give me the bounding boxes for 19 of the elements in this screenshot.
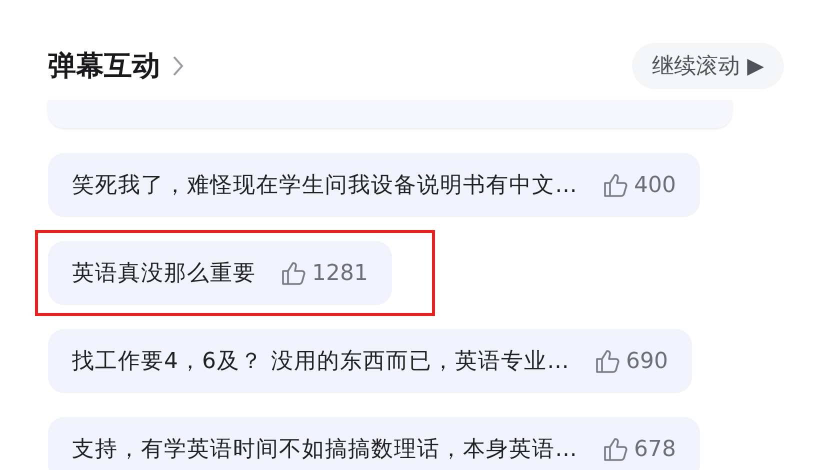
comment-card[interactable]: 笑死我了，难怪现在学生问我设备说明书有中文… 400 xyxy=(48,153,700,217)
like-count: 690 xyxy=(626,348,668,374)
comment-text: 找工作要4，6及？ 没用的东西而已，英语专业… xyxy=(72,348,570,376)
thumbs-up-icon[interactable] xyxy=(280,260,306,286)
like-count: 1281 xyxy=(312,260,368,286)
thumbs-up-icon[interactable] xyxy=(602,172,628,198)
comment-card[interactable]: 英语真没那么重要 1281 xyxy=(48,241,392,305)
comment-card[interactable]: 找工作要4，6及？ 没用的东西而已，英语专业… 690 xyxy=(48,329,692,393)
thumbs-up-icon[interactable] xyxy=(594,348,620,374)
comment-text: 英语真没那么重要 xyxy=(72,260,256,288)
comment-text: 支持，有学英语时间不如搞搞数理话，本身英语… xyxy=(72,436,578,464)
chevron-right-icon[interactable] xyxy=(172,55,184,77)
comment-text: 笑死我了，难怪现在学生问我设备说明书有中文… xyxy=(72,172,578,200)
thumbs-up-icon[interactable] xyxy=(602,436,628,462)
section-title: 弹幕互动 xyxy=(48,48,160,84)
like-count: 400 xyxy=(634,172,676,198)
continue-scrolling-button[interactable]: 继续滚动 ▶ xyxy=(632,43,784,89)
comment-card[interactable]: 支持，有学英语时间不如搞搞数理话，本身英语… 678 xyxy=(48,417,700,470)
like-count: 678 xyxy=(634,436,676,462)
